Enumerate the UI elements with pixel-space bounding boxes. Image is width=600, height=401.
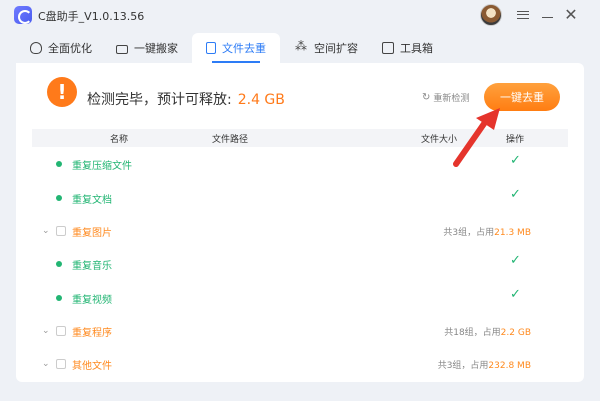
row-checkbox[interactable] [56,326,66,336]
tab-label: 全面优化 [48,42,92,55]
row-name: 重复视频 [72,295,112,306]
tab-toolbox[interactable]: 工具箱 [382,33,462,63]
table-row[interactable]: 重复音乐 ✓ [32,253,568,275]
group-summary: 共18组，占用2.2 GB [444,325,531,338]
warning-icon: ! [47,77,77,107]
row-name: 重复图片 [72,228,112,239]
group-summary: 共3组，占用21.3 MB [443,225,531,238]
group-summary-size: 21.3 MB [494,228,531,238]
tab-file-dedup[interactable]: 文件去重 [192,33,280,63]
status-dot [56,261,62,267]
tab-label: 一键搬家 [134,42,178,55]
chevron-down-icon[interactable]: ⌄ [42,359,50,369]
table-row[interactable]: ⌄ 重复程序 共18组，占用2.2 GB [32,322,568,342]
truck-icon [116,44,128,54]
check-icon: ✓ [510,253,521,268]
row-name: 重复压缩文件 [72,161,132,172]
row-name: 其他文件 [72,361,112,372]
group-summary-text: 共3组，占用 [437,361,489,371]
rescan-link[interactable]: ↻ 重新检测 [422,91,469,104]
rescan-label: 重新检测 [433,94,470,104]
check-icon: ✓ [510,153,521,168]
avatar[interactable] [480,4,502,26]
app-logo-icon [14,6,32,24]
tab-label: 工具箱 [400,42,433,55]
row-name: 重复程序 [72,328,112,339]
expand-icon [295,39,308,54]
status-text: 检测完毕，预计可释放: [87,92,232,108]
check-icon: ✓ [510,287,521,302]
row-name: 重复音乐 [72,261,112,272]
header-name: 名称 [110,135,129,145]
table-row[interactable]: 重复文档 ✓ [32,187,568,209]
minimize-icon[interactable] [538,6,556,24]
app-title: C盘助手_V1.0.13.56 [38,10,145,23]
scan-status: 检测完毕，预计可释放: 2.4 GB [87,89,285,109]
row-name: 重复文档 [72,195,112,206]
table-row[interactable]: ⌄ 重复图片 共3组，占用21.3 MB [32,222,568,242]
tab-bar: 全面优化 一键搬家 文件去重 空间扩容 工具箱 [16,33,584,63]
table-row[interactable]: ⌄ 其他文件 共3组，占用232.8 MB [32,355,568,375]
annotation-arrow-icon [453,108,500,167]
status-dot [56,295,62,301]
refresh-icon: ↻ [422,92,431,103]
status-dot [56,195,62,201]
file-icon [206,42,216,54]
tab-label: 空间扩容 [314,42,358,55]
tab-space-expand[interactable]: 空间扩容 [295,33,386,63]
group-summary: 共3组，占用232.8 MB [438,358,531,371]
close-icon[interactable]: ✕ [562,6,580,24]
status-dot [56,161,62,167]
group-summary-size: 232.8 MB [488,361,531,371]
tab-label: 文件去重 [222,42,266,55]
check-icon: ✓ [510,187,521,202]
row-checkbox[interactable] [56,226,66,236]
releasable-size: 2.4 GB [237,92,285,108]
chevron-down-icon[interactable]: ⌄ [42,326,50,336]
group-summary-size: 2.2 GB [500,328,531,338]
header-action: 操作 [506,135,525,145]
group-summary-text: 共3组，占用 [443,228,495,238]
row-checkbox[interactable] [56,359,66,369]
hamburger-menu-icon[interactable] [514,6,532,24]
chevron-down-icon[interactable]: ⌄ [42,226,50,236]
toolbox-icon [382,42,394,54]
clean-icon [30,42,42,54]
table-row[interactable]: 重复视频 ✓ [32,287,568,309]
tab-full-optimize[interactable]: 全面优化 [30,33,120,63]
group-summary-text: 共18组，占用 [444,328,501,338]
header-path: 文件路径 [212,135,249,145]
title-bar: C盘助手_V1.0.13.56 ✕ [0,0,600,32]
